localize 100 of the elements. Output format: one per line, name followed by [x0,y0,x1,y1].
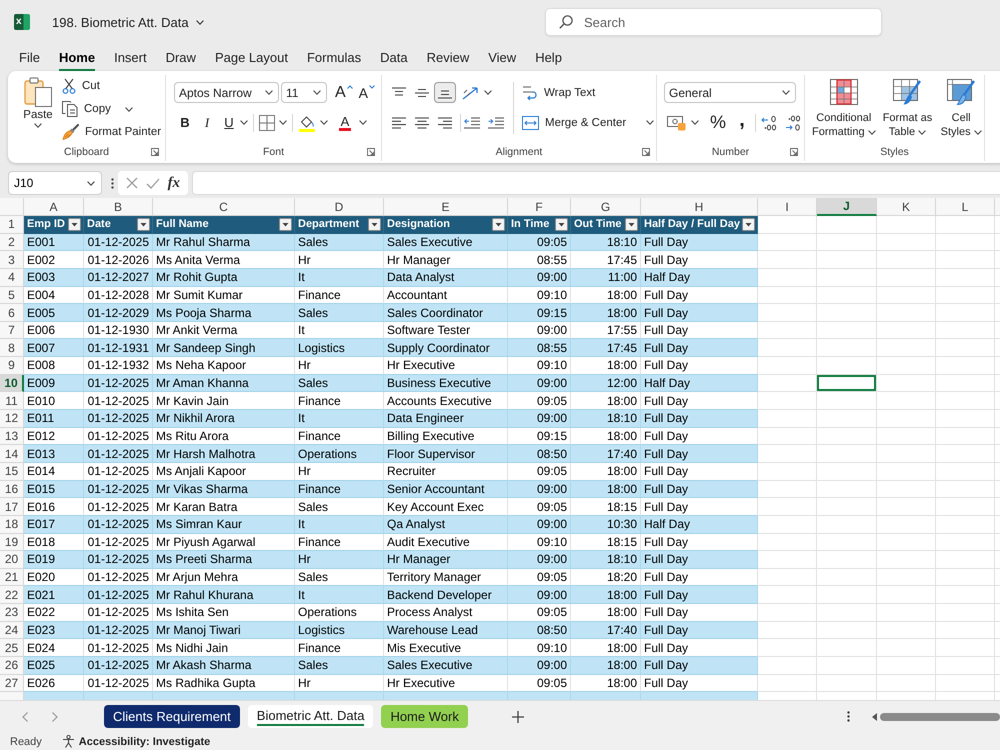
accessibility-icon[interactable] [62,735,75,748]
comma-style-button[interactable]: , [731,112,753,133]
dialog-launcher-icon[interactable] [151,148,159,156]
caret-icon[interactable] [320,120,328,125]
table-header-cell[interactable]: Emp ID [24,216,84,234]
caret-icon[interactable] [646,120,654,125]
menu-tab[interactable]: Help [535,44,562,72]
number-format-dropdown[interactable]: General [664,82,796,103]
cancel-icon[interactable] [126,177,138,189]
shrink-font-button[interactable]: A [358,82,376,103]
row-header[interactable]: 5 [0,286,24,304]
caret-icon[interactable] [279,120,287,125]
plus-icon[interactable] [512,710,524,722]
row-header[interactable]: 4 [0,268,24,287]
menu-tab[interactable]: File [19,44,40,72]
filter-dropdown-icon[interactable] [368,218,381,231]
font-color-button[interactable]: A [334,112,356,133]
column-header[interactable]: H [641,198,758,216]
table-header-cell[interactable]: Department [295,216,384,234]
cut-button[interactable]: Cut [62,75,162,98]
row-header[interactable]: 7 [0,322,24,340]
row-header[interactable]: 22 [0,586,24,604]
row-header[interactable]: 23 [0,604,24,622]
menu-tab[interactable]: Page Layout [214,44,288,72]
table-header-cell[interactable]: Date [84,216,153,234]
row-header[interactable]: 10 [0,374,24,392]
bold-button[interactable]: B [174,112,196,133]
caret-icon[interactable] [196,20,204,24]
accessibility-status[interactable]: Accessibility: Investigate [78,736,210,748]
dialog-launcher-icon[interactable] [367,148,375,156]
caret-icon[interactable] [240,120,248,125]
font-name-dropdown[interactable]: Aptos Narrow [174,82,279,103]
table-header-cell[interactable]: Designation [384,216,508,234]
filter-dropdown-icon[interactable] [68,218,81,231]
scrollbar-thumb[interactable] [880,712,1000,720]
caret-icon[interactable] [313,90,321,95]
column-header[interactable]: L [936,198,995,216]
caret-icon[interactable] [484,90,492,95]
row-header[interactable]: 14 [0,445,24,463]
column-header[interactable]: A [24,198,84,216]
active-cell[interactable] [817,374,877,392]
row-header[interactable]: 8 [0,339,24,358]
vertical-ellipsis-icon[interactable] [111,178,114,188]
sheet-tab[interactable]: Home Work [381,705,468,728]
format-as-table-button[interactable]: Format as Table [880,75,936,143]
menu-tab[interactable]: View [488,44,516,72]
dialog-launcher-icon[interactable] [790,148,798,156]
row-header[interactable]: 1 [0,216,24,234]
row-header[interactable]: 12 [0,410,24,428]
font-size-dropdown[interactable]: 11 [281,82,327,103]
menu-tab[interactable]: Review [426,44,470,72]
column-header[interactable]: D [295,198,384,216]
row-header[interactable]: 26 [0,657,24,675]
menu-tab[interactable]: Data [380,44,408,72]
caret-icon[interactable] [691,120,699,125]
column-header[interactable]: C [153,198,295,216]
table-header-cell[interactable]: Full Name [153,216,295,234]
row-header[interactable]: 17 [0,498,24,516]
menu-tab[interactable]: Draw [166,44,196,72]
underline-button[interactable]: U [218,112,240,133]
fill-color-icon[interactable] [298,114,316,132]
caret-icon[interactable] [34,123,42,128]
column-header[interactable]: I [758,198,817,216]
caret-icon[interactable] [974,130,982,135]
row-header[interactable]: 24 [0,622,24,640]
formula-input[interactable] [192,171,1000,195]
vertical-ellipsis-icon[interactable] [847,711,850,722]
grow-font-button[interactable]: A [335,82,353,103]
caret-icon[interactable] [868,130,876,135]
filter-dropdown-icon[interactable] [279,218,292,231]
filter-dropdown-icon[interactable] [137,218,150,231]
paste-button[interactable]: Paste [18,75,58,143]
borders-icon[interactable] [259,114,275,130]
row-header[interactable]: 3 [0,251,24,269]
column-header[interactable]: K [877,198,936,216]
row-header[interactable]: 27 [0,674,24,692]
copy-button[interactable]: Copy [62,98,111,120]
italic-button[interactable]: I [196,112,218,133]
cell-styles-button[interactable]: Cell Styles [938,75,984,143]
slanted-arrow-icon[interactable] [462,86,480,100]
table-header-cell[interactable]: Out Time [571,216,641,234]
align-bottom-button[interactable] [434,82,456,103]
increase-decimal-icon[interactable] [761,114,777,130]
column-header[interactable]: B [84,198,153,216]
document-title[interactable]: 198. Biometric Att. Data [52,14,189,30]
check-icon[interactable] [146,178,160,188]
row-header[interactable]: 20 [0,551,24,569]
row-header[interactable]: 6 [0,304,24,322]
column-header[interactable]: J [817,198,877,216]
caret-icon[interactable] [918,130,926,135]
banknote-icon[interactable] [667,114,686,130]
sheet-tab[interactable]: Clients Requirement [104,705,240,728]
dialog-launcher-icon[interactable] [642,148,650,156]
decrease-decimal-icon[interactable] [785,114,801,130]
search-field[interactable]: Search [545,8,882,36]
row-header[interactable]: 25 [0,639,24,658]
row-header[interactable]: 11 [0,392,24,410]
row-header[interactable]: 19 [0,534,24,552]
table-header-cell[interactable]: In Time [508,216,571,234]
scroll-left-icon[interactable] [872,712,877,720]
